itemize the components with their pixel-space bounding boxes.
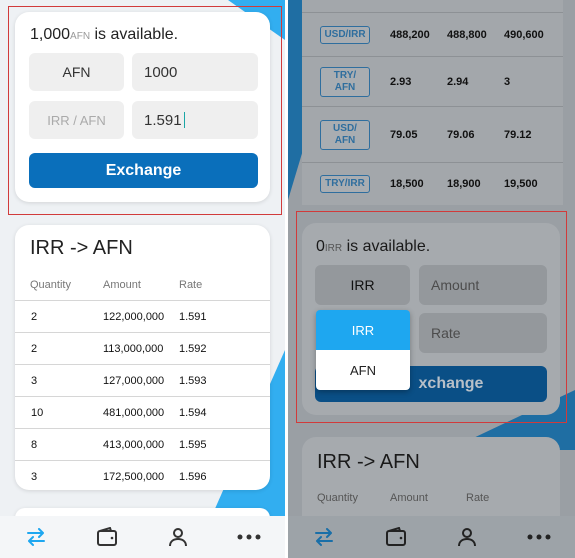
row-quantity: 8 [31, 438, 38, 451]
highlight-box [8, 6, 282, 215]
pair-badge[interactable]: TRY/IRR [320, 175, 370, 193]
row-rate: 1.595 [179, 438, 207, 451]
row-amount: 113,000,000 [103, 342, 164, 355]
rate-row[interactable]: TRY/IRR 18,500 18,900 19,500 [302, 162, 563, 205]
pair-badge[interactable]: USD/IRR [320, 25, 370, 44]
rate-value: 488,800 [447, 28, 487, 41]
wallet-icon[interactable] [376, 522, 416, 552]
row-rate: 1.593 [179, 374, 207, 387]
rate-value: 3 [504, 75, 511, 88]
pair-badge[interactable]: TRY/ AFN [320, 66, 370, 97]
bottom-navigation [0, 516, 285, 558]
row-amount: 481,000,000 [103, 406, 165, 419]
rate-value: 2.94 [447, 75, 469, 88]
bottom-navigation [288, 516, 575, 558]
row-amount: 172,500,000 [103, 470, 165, 483]
table-row[interactable]: 2 122,000,000 1.591 [15, 300, 270, 332]
column-header-quantity: Quantity [317, 492, 358, 504]
row-quantity: 2 [31, 310, 38, 323]
table-row[interactable]: 3 127,000,000 1.593 [15, 364, 270, 396]
row-amount: 127,000,000 [103, 374, 165, 387]
rate-row[interactable]: USD/IRR 488,200 488,800 490,600 [302, 12, 563, 56]
highlight-box [296, 211, 567, 423]
row-amount: 122,000,000 [103, 310, 165, 323]
row-rate: 1.591 [179, 310, 207, 323]
column-header-rate: Rate [466, 492, 490, 504]
column-header-rate: Rate [179, 279, 203, 291]
table-row[interactable]: 3 172,500,000 1.596 [15, 460, 270, 490]
row-quantity: 3 [31, 470, 38, 483]
row-amount: 413,000,000 [103, 438, 165, 451]
rate-value: 18,500 [390, 178, 424, 190]
row-rate: 1.594 [179, 406, 207, 419]
wallet-icon[interactable] [87, 522, 127, 552]
orderbook-title: IRR -> AFN [30, 237, 133, 259]
column-header-amount: Amount [390, 492, 428, 504]
rate-row[interactable]: TRY/ AFN 2.93 2.94 3 [302, 56, 563, 106]
rate-value: 490,600 [504, 28, 544, 41]
table-row[interactable]: 10 481,000,000 1.594 [15, 396, 270, 428]
rate-value: 79.05 [390, 128, 418, 141]
rates-table: USD/IRR 488,200 488,800 490,600 TRY/ AFN… [302, 0, 563, 205]
rate-value: 79.06 [447, 128, 475, 141]
rate-value: 488,200 [390, 28, 430, 41]
rate-value: 79.12 [504, 128, 532, 141]
pair-badge[interactable]: USD/ AFN [320, 119, 370, 150]
swap-icon[interactable] [16, 522, 56, 552]
table-row[interactable]: 8 413,000,000 1.595 [15, 428, 270, 460]
column-header-quantity: Quantity [30, 279, 71, 291]
right-screen: USD/IRR 488,200 488,800 490,600 TRY/ AFN… [288, 0, 575, 558]
row-quantity: 2 [31, 342, 38, 355]
row-rate: 1.592 [179, 342, 207, 355]
rate-row[interactable]: USD/ AFN 79.05 79.06 79.12 [302, 106, 563, 162]
user-icon[interactable] [447, 522, 487, 552]
table-row[interactable]: 2 113,000,000 1.592 [15, 332, 270, 364]
orderbook-title: IRR -> AFN [317, 451, 420, 473]
rate-value: 18,900 [447, 178, 481, 190]
user-icon[interactable] [158, 522, 198, 552]
orderbook-card: IRR -> AFN Quantity Amount Rate 2 122,00… [15, 225, 270, 490]
swap-icon[interactable] [304, 522, 344, 552]
row-rate: 1.596 [179, 470, 207, 483]
row-quantity: 3 [31, 374, 38, 387]
more-icon[interactable] [519, 522, 559, 552]
rate-value: 19,500 [504, 178, 538, 190]
rate-value: 2.93 [390, 75, 412, 88]
more-icon[interactable] [229, 522, 269, 552]
left-screen: 1,000AFN is available. AFN 1000 IRR / AF… [0, 0, 285, 558]
column-header-amount: Amount [103, 279, 141, 291]
row-quantity: 10 [31, 406, 44, 419]
